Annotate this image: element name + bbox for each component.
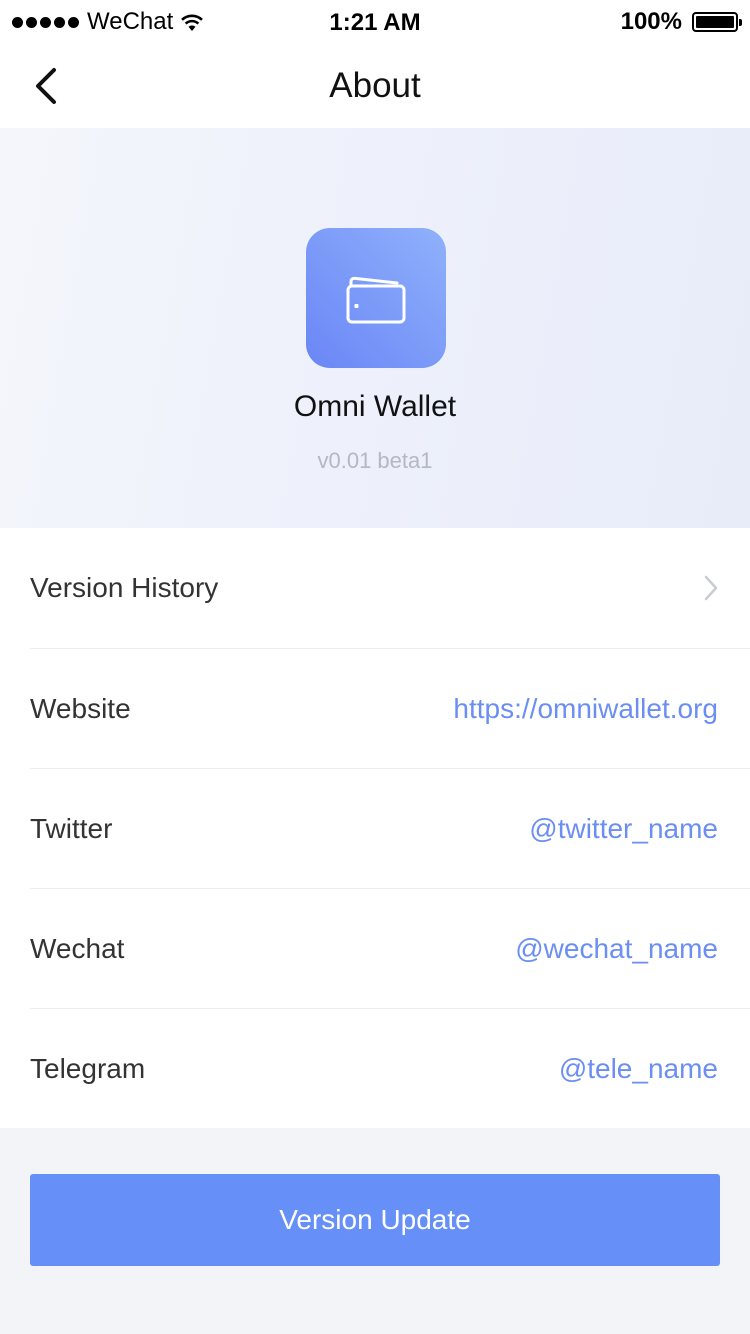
- wallet-icon: [346, 276, 406, 324]
- version-history-row[interactable]: Version History: [30, 528, 750, 648]
- telegram-link[interactable]: @tele_name: [559, 1053, 718, 1085]
- website-row: Website https://omniwallet.org: [30, 648, 750, 768]
- version-update-button[interactable]: Version Update: [30, 1174, 720, 1266]
- row-label: Wechat: [30, 932, 125, 964]
- app-icon: [306, 228, 446, 368]
- wechat-row: Wechat @wechat_name: [30, 888, 750, 1008]
- wechat-link[interactable]: @wechat_name: [515, 933, 718, 965]
- status-right: 100%: [620, 8, 742, 36]
- row-label: Telegram: [30, 1052, 146, 1084]
- nav-bar: About: [0, 46, 750, 128]
- page-title: About: [329, 66, 421, 105]
- row-label: Version History: [30, 572, 219, 603]
- info-list: Version History Website https://omniwall…: [0, 528, 750, 1128]
- telegram-row: Telegram @tele_name: [30, 1008, 750, 1128]
- battery-icon: [692, 12, 742, 32]
- app-header: Omni Wallet v0.01 beta1: [0, 128, 750, 528]
- status-bar: WeChat 1:21 AM 100%: [0, 0, 750, 46]
- row-label: Twitter: [30, 812, 113, 844]
- about-screen: WeChat 1:21 AM 100% About Omni Wallet v0…: [0, 0, 750, 1334]
- website-link[interactable]: https://omniwallet.org: [453, 693, 718, 725]
- twitter-row: Twitter @twitter_name: [30, 768, 750, 888]
- app-version: v0.01 beta1: [317, 448, 433, 473]
- chevron-right-icon: [704, 575, 718, 601]
- row-label: Website: [30, 692, 131, 724]
- twitter-link[interactable]: @twitter_name: [529, 813, 718, 845]
- app-name: Omni Wallet: [293, 390, 457, 423]
- battery-percent: 100%: [620, 8, 682, 35]
